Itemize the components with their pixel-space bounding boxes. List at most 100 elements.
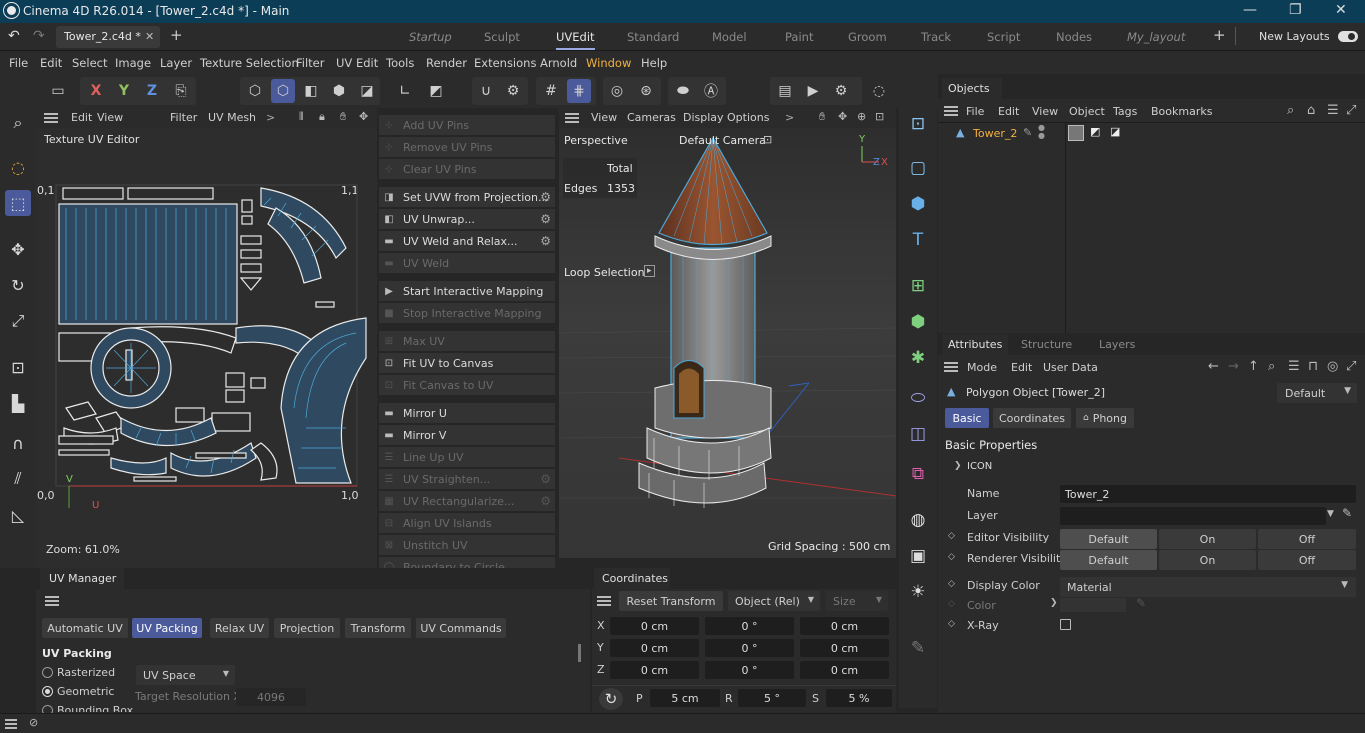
- edit-icon[interactable]: ✎: [904, 634, 932, 662]
- document-tab[interactable]: Tower_2.c4d * ✕: [56, 26, 160, 48]
- hamburger-menu-icon[interactable]: [44, 113, 58, 123]
- viewport-name[interactable]: Perspective: [564, 134, 628, 147]
- viewport-camera[interactable]: Default Camera: [679, 134, 766, 147]
- edit-check-icon[interactable]: ✎: [1023, 126, 1032, 139]
- close-button[interactable]: ✕: [1335, 2, 1347, 18]
- histogram-icon[interactable]: ⫴: [299, 110, 304, 124]
- viewport-pan-icon[interactable]: ✋︎: [819, 110, 825, 124]
- attributes-tab-structure[interactable]: Structure: [1021, 338, 1072, 351]
- render-vis-default[interactable]: Default: [1060, 550, 1157, 570]
- objects-menu-view[interactable]: View: [1032, 105, 1058, 118]
- magnet-tool-icon[interactable]: ∩: [5, 430, 31, 456]
- polygons-mode-icon[interactable]: ◧: [299, 79, 323, 103]
- uv-menu-filter[interactable]: Filter: [170, 111, 197, 124]
- size-dropdown[interactable]: Size ▼: [826, 591, 888, 611]
- menu-extensions[interactable]: Extensions: [474, 56, 536, 70]
- menu-layer[interactable]: Layer: [160, 56, 192, 70]
- cube-icon[interactable]: ⬢: [904, 190, 932, 218]
- subtab-coordinates[interactable]: Coordinates: [993, 408, 1071, 428]
- camera-view-icon[interactable]: ⊡: [904, 110, 932, 138]
- layout-tab-script[interactable]: Script: [987, 30, 1020, 44]
- edit-mode-icon[interactable]: ▭: [46, 79, 70, 103]
- size-x-field[interactable]: 0 cm: [800, 617, 889, 635]
- objects-filter-icon[interactable]: ☰: [1327, 103, 1339, 118]
- live-selection-icon[interactable]: ◌: [5, 154, 31, 180]
- visibility-dots-icon[interactable]: ● ●: [1038, 124, 1045, 140]
- lock-icon[interactable]: ⬬: [671, 79, 695, 103]
- redshift-icon[interactable]: ◌: [867, 79, 891, 103]
- uv-manager-tab[interactable]: UV Manager: [49, 572, 116, 585]
- command-add-uv-pins[interactable]: ⊹ Add UV Pins: [379, 115, 555, 135]
- viewport-zoom-icon[interactable]: ⊕: [857, 110, 866, 123]
- layout-tab-groom[interactable]: Groom: [848, 30, 887, 44]
- size-y-field[interactable]: 0 cm: [800, 639, 889, 657]
- menu-render[interactable]: Render: [426, 56, 467, 70]
- menu-tools[interactable]: Tools: [386, 56, 414, 70]
- viewport-move-icon[interactable]: ✥: [838, 110, 847, 123]
- position-x-field[interactable]: 0 cm: [610, 617, 699, 635]
- editor-vis-off[interactable]: Off: [1258, 529, 1356, 549]
- menu-edit[interactable]: Edit: [40, 56, 62, 70]
- command-uv-unwrap[interactable]: ◧ UV Unwrap... ⚙: [379, 209, 555, 229]
- layout-tab-nodes[interactable]: Nodes: [1056, 30, 1092, 44]
- menu-file[interactable]: File: [9, 56, 28, 70]
- reset-transform-button[interactable]: Reset Transform: [619, 591, 723, 611]
- rasterized-radio[interactable]: [42, 667, 53, 678]
- more-menu-icon[interactable]: >: [266, 111, 275, 124]
- command-align-uv-islands[interactable]: ⊟ Align UV Islands: [379, 513, 555, 533]
- viewport-hamburger-icon[interactable]: [565, 113, 579, 123]
- objects-menu-bookmarks[interactable]: Bookmarks: [1151, 105, 1212, 118]
- viewport-menu-view[interactable]: View: [591, 111, 617, 124]
- display-color-keyframe-icon[interactable]: ◇: [948, 579, 955, 589]
- uv-manager-tab-uv-commands[interactable]: UV Commands: [416, 618, 506, 638]
- xray-keyframe-icon[interactable]: ◇: [948, 619, 955, 629]
- render-vis-off[interactable]: Off: [1258, 550, 1356, 570]
- editor-vis-default[interactable]: Default: [1060, 529, 1157, 549]
- r-step-field[interactable]: 5 °: [738, 689, 806, 707]
- attributes-hamburger-icon[interactable]: [944, 362, 958, 372]
- plane-cut-icon[interactable]: ◺: [5, 502, 31, 528]
- objects-search-icon[interactable]: ⌕: [1287, 103, 1294, 118]
- position-z-field[interactable]: 0 cm: [610, 661, 699, 679]
- rotation-x-field[interactable]: 0 °: [705, 617, 794, 635]
- camera-object-icon[interactable]: ▣: [904, 542, 932, 570]
- knife-icon[interactable]: ⫽: [5, 466, 31, 492]
- light-icon[interactable]: ☀: [904, 578, 932, 606]
- minimize-button[interactable]: —: [1243, 2, 1257, 18]
- axis-y-lock[interactable]: Y: [112, 79, 136, 103]
- points-mode-icon[interactable]: ⬡: [243, 79, 267, 103]
- subdivision-icon[interactable]: ⊞: [904, 272, 932, 300]
- layer-field[interactable]: [1060, 507, 1326, 525]
- render-settings-icon[interactable]: ⚙: [829, 79, 853, 103]
- coordinates-hamburger-icon[interactable]: [597, 596, 611, 606]
- uv-menu-edit[interactable]: Edit: [71, 111, 92, 124]
- gear-icon[interactable]: ⚙: [540, 212, 551, 226]
- move-view-icon[interactable]: ✥: [359, 110, 368, 123]
- gear-icon[interactable]: ⚙: [540, 494, 551, 508]
- status-hamburger-icon[interactable]: [5, 719, 17, 729]
- selection-mode-icon[interactable]: ⬚: [5, 190, 31, 216]
- command-set-uvw-from-projection[interactable]: ◨ Set UVW from Projection... ⚙: [379, 187, 555, 207]
- gear-icon[interactable]: ⚙: [540, 190, 551, 204]
- menu-select[interactable]: Select: [72, 56, 107, 70]
- viewport-menu-options[interactable]: Options: [727, 111, 769, 124]
- command-mirror-u[interactable]: ▬ Mirror U: [379, 403, 555, 423]
- paint-icon[interactable]: ▙: [5, 390, 31, 416]
- uv-space-dropdown[interactable]: UV Space ▼: [136, 665, 235, 685]
- status-check-icon[interactable]: ⊘: [29, 716, 38, 729]
- command-max-uv[interactable]: ⊞ Max UV: [379, 331, 555, 351]
- command-unstitch-uv[interactable]: ⊠ Unstitch UV: [379, 535, 555, 555]
- object-name[interactable]: Tower_2: [973, 127, 1017, 140]
- cloner-icon[interactable]: ⬢: [904, 308, 932, 336]
- attr-new-window-icon[interactable]: ⤢: [1346, 359, 1356, 374]
- material-tag-icon[interactable]: [1068, 125, 1084, 141]
- rotation-y-field[interactable]: 0 °: [705, 639, 794, 657]
- command-remove-uv-pins[interactable]: ⊹ Remove UV Pins: [379, 137, 555, 157]
- objects-menu-object[interactable]: Object: [1069, 105, 1105, 118]
- layout-tab-my_layout[interactable]: My_layout: [1127, 30, 1185, 44]
- new-document-button[interactable]: +: [170, 26, 183, 44]
- command-mirror-v[interactable]: ▬ Mirror V: [379, 425, 555, 445]
- icon-group-label[interactable]: ICON: [967, 461, 992, 472]
- uv-manager-tab-relax-uv[interactable]: Relax UV: [210, 618, 269, 638]
- uv-manager-hamburger-icon[interactable]: [45, 596, 59, 606]
